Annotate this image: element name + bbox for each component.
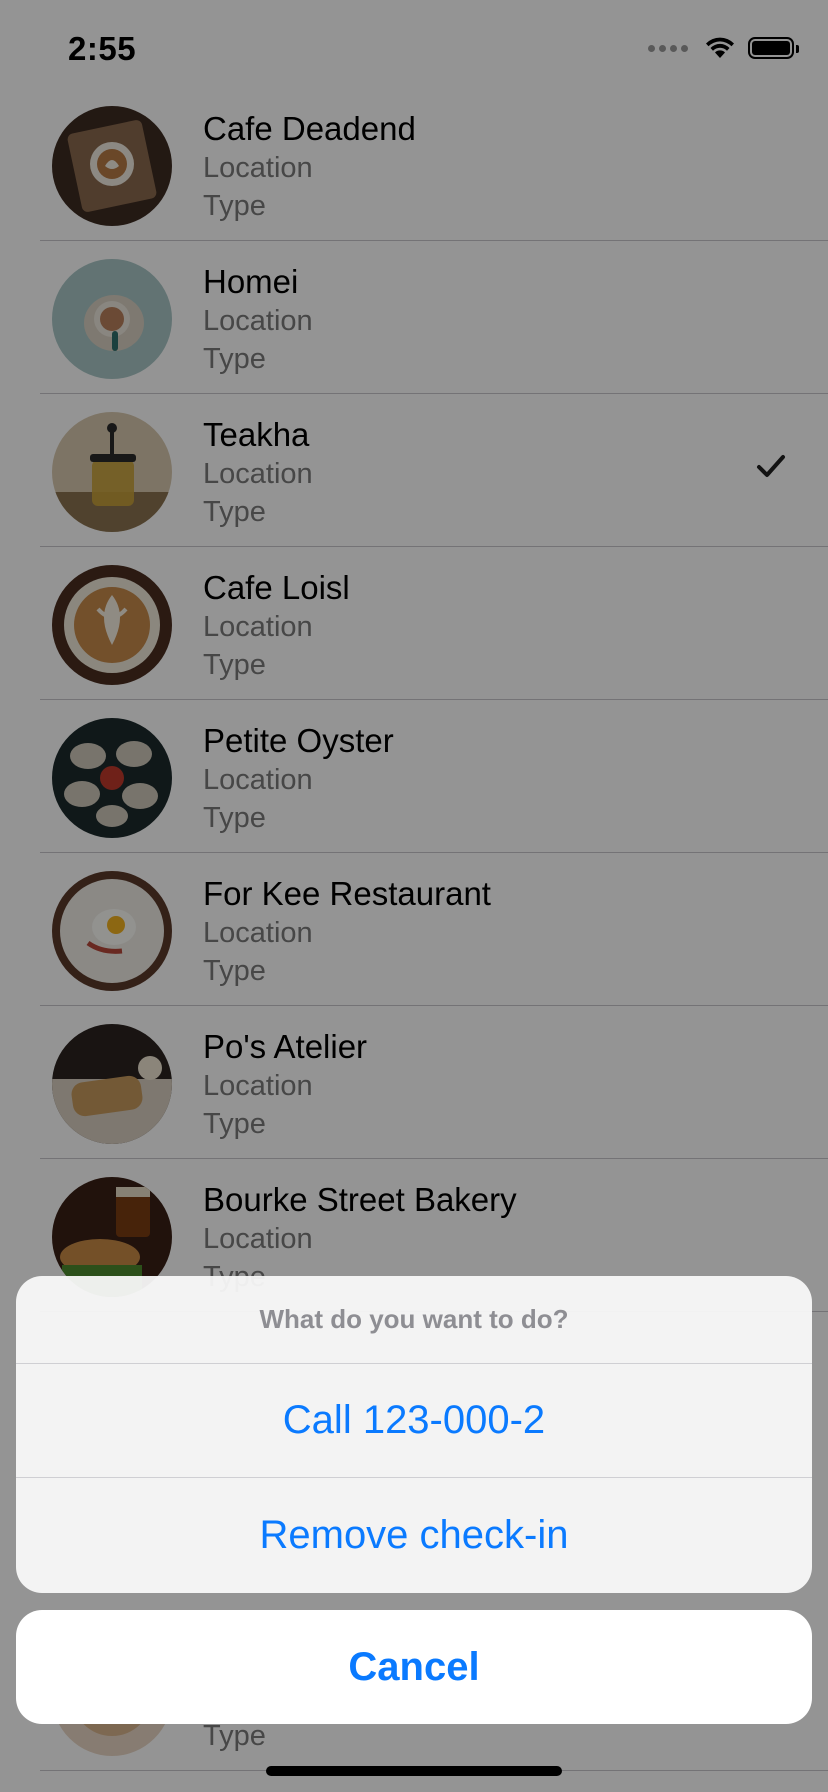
action-sheet: What do you want to do? Call 123-000-2 R…	[16, 1276, 812, 1593]
remove-check-in-button[interactable]: Remove check-in	[16, 1478, 812, 1592]
cancel-button[interactable]: Cancel	[16, 1610, 812, 1724]
call-button[interactable]: Call 123-000-2	[16, 1364, 812, 1478]
action-sheet-title: What do you want to do?	[16, 1276, 812, 1364]
home-indicator	[266, 1766, 562, 1776]
